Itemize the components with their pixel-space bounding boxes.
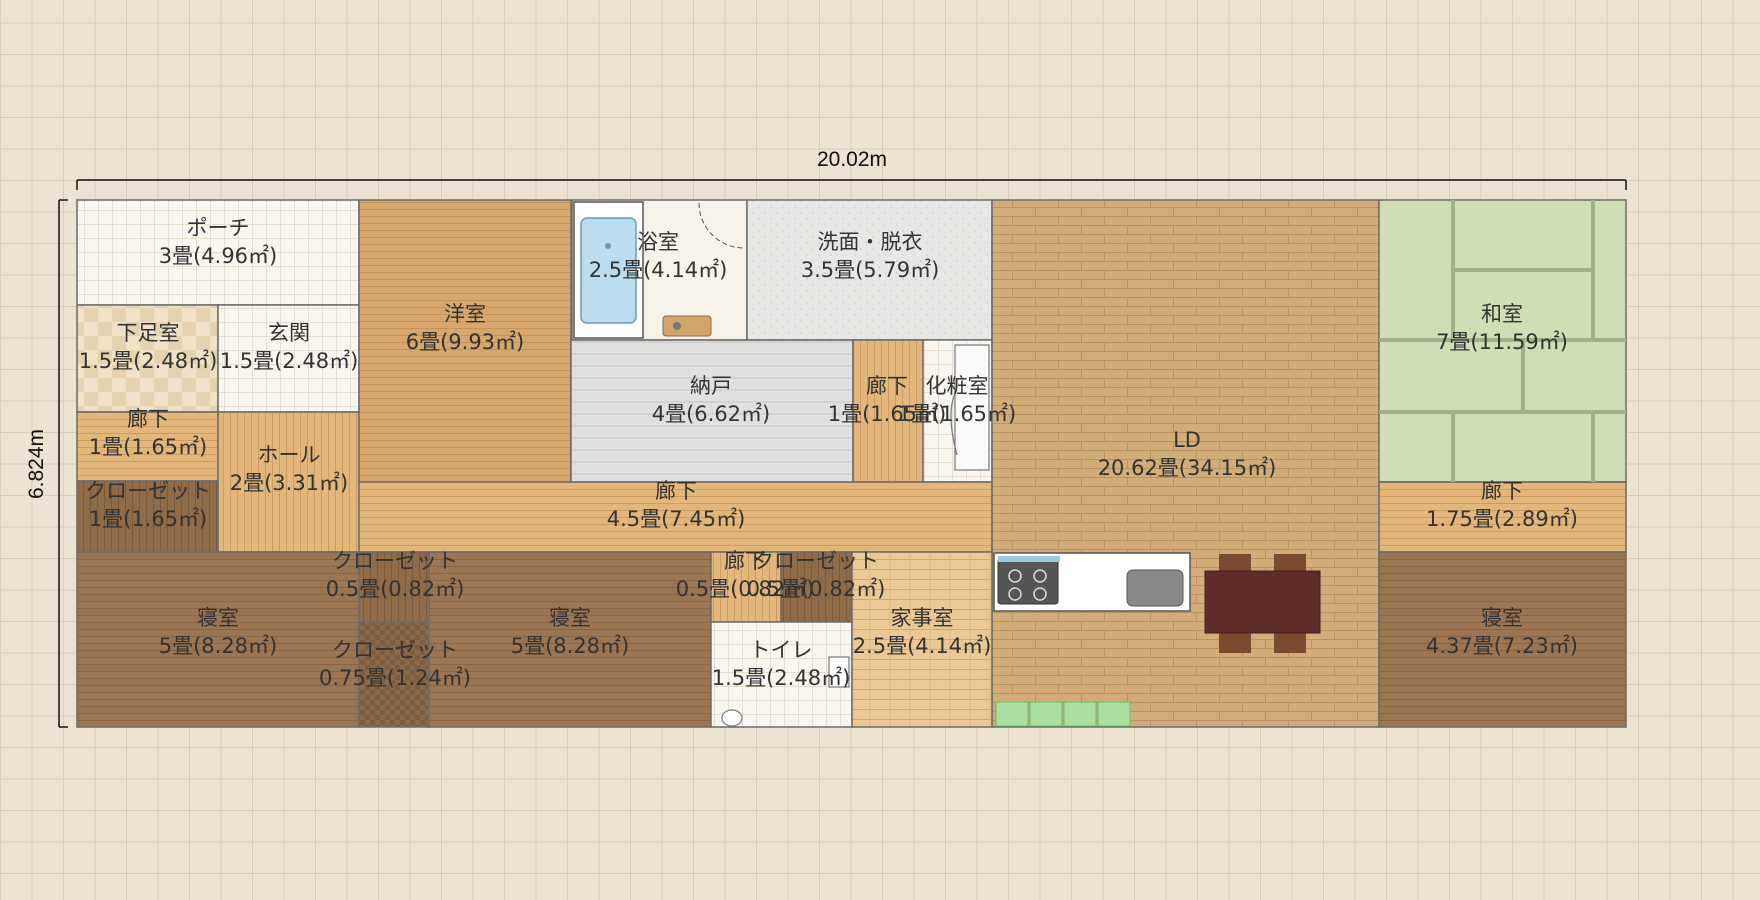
utility-area: 2.5畳(4.14㎡) bbox=[853, 634, 992, 658]
closet-left-name: クローゼット bbox=[85, 479, 211, 503]
storage-name: 納戸 bbox=[690, 374, 732, 398]
hall-room-name: ホール bbox=[258, 443, 321, 467]
ld-name: LD bbox=[1173, 428, 1201, 452]
left-dimension bbox=[58, 199, 68, 728]
toilet-name: トイレ bbox=[750, 638, 813, 662]
powder-name: 化粧室 bbox=[926, 374, 989, 398]
utility-name: 家事室 bbox=[891, 606, 954, 630]
storage-area: 4畳(6.62㎡) bbox=[652, 402, 771, 426]
top-dimension bbox=[76, 179, 1627, 190]
washroom-area: 3.5畳(5.79㎡) bbox=[801, 258, 940, 282]
floor-plan: 20.02m 6.824m ポーチ3畳(4.96㎡)下足室1.5畳(2.48㎡)… bbox=[25, 148, 1627, 728]
shoe-room-name: 下足室 bbox=[117, 321, 180, 345]
bedroom1-area: 5畳(8.28㎡) bbox=[159, 634, 278, 658]
powder-area: 1畳(1.65㎡) bbox=[898, 402, 1017, 426]
kitchen-counter-icon bbox=[993, 552, 1191, 612]
washroom-name: 洗面・脱衣 bbox=[818, 230, 923, 254]
hall-right-name: 廊下 bbox=[1481, 479, 1523, 503]
washitsu-name: 和室 bbox=[1481, 302, 1523, 326]
closet-b-area: 0.75畳(1.24㎡) bbox=[319, 666, 471, 690]
western-area: 6畳(9.93㎡) bbox=[406, 330, 525, 354]
entrance-name: 玄関 bbox=[268, 321, 310, 345]
western-name: 洋室 bbox=[444, 302, 486, 326]
hall-right-area: 1.75畳(2.89㎡) bbox=[1426, 507, 1578, 531]
washitsu-area: 7畳(11.59㎡) bbox=[1436, 330, 1568, 354]
closet-c-name: クローゼット bbox=[753, 549, 879, 573]
hall-mid-name: 廊下 bbox=[866, 374, 908, 398]
bedroom3-area: 4.37畳(7.23㎡) bbox=[1426, 634, 1578, 658]
closet-b-name: クローゼット bbox=[332, 638, 458, 662]
bath-name: 浴室 bbox=[637, 230, 679, 254]
bedroom3-name: 寝室 bbox=[1481, 606, 1523, 630]
closet-left-area: 1畳(1.65㎡) bbox=[89, 507, 208, 531]
hall-long-area: 4.5畳(7.45㎡) bbox=[607, 507, 746, 531]
bedroom1-name: 寝室 bbox=[197, 606, 239, 630]
hall-left-name: 廊下 bbox=[127, 407, 169, 431]
hall-room-area: 2畳(3.31㎡) bbox=[230, 471, 349, 495]
height-label: 6.824m bbox=[25, 429, 48, 499]
hall-left-area: 1畳(1.65㎡) bbox=[89, 435, 208, 459]
shoe-room-area: 1.5畳(2.48㎡) bbox=[79, 349, 218, 373]
toilet-area: 1.5畳(2.48㎡) bbox=[712, 666, 851, 690]
bedroom2-area: 5畳(8.28㎡) bbox=[511, 634, 630, 658]
bedroom2-name: 寝室 bbox=[549, 606, 591, 630]
closet-a-name: クローゼット bbox=[332, 549, 458, 573]
porch-name: ポーチ bbox=[187, 216, 250, 240]
bath-area: 2.5畳(4.14㎡) bbox=[589, 258, 728, 282]
hall-long-name: 廊下 bbox=[655, 479, 697, 503]
ld-area: 20.62畳(34.15㎡) bbox=[1098, 456, 1277, 480]
closet-c-area: 0.5畳(0.82㎡) bbox=[747, 577, 886, 601]
faucet-icon bbox=[662, 315, 712, 337]
porch-area: 3畳(4.96㎡) bbox=[159, 244, 278, 268]
closet-a-area: 0.5畳(0.82㎡) bbox=[326, 577, 465, 601]
width-label: 20.02m bbox=[817, 148, 887, 171]
entrance-area: 1.5畳(2.48㎡) bbox=[220, 349, 359, 373]
